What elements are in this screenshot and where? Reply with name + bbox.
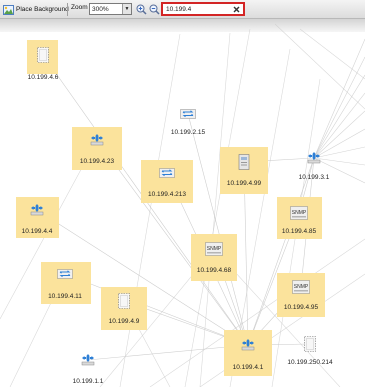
server-icon[interactable] (304, 336, 316, 354)
svg-text:SNMP: SNMP (207, 246, 222, 252)
switch-icon[interactable] (307, 152, 321, 166)
link-line (64, 273, 249, 346)
snmp-icon[interactable]: SNMP (292, 280, 310, 296)
toolbar-separator (67, 3, 68, 16)
svg-text:SNMP: SNMP (292, 210, 307, 216)
device-label: 10.199.4.9 (108, 318, 140, 325)
device-label: 10.199.4.4 (21, 228, 53, 235)
snmp-icon[interactable]: SNMP (290, 206, 308, 222)
toolbar: Place Background Zoom 300% ▼ 10.199.4 (0, 0, 365, 19)
server-icon[interactable] (37, 47, 49, 65)
close-icon (233, 6, 240, 12)
link-line (299, 28, 365, 80)
snmp-icon[interactable]: SNMP (205, 242, 223, 258)
device-label: 10.199.4.99 (226, 180, 262, 187)
link-line (313, 92, 365, 159)
switch-icon[interactable] (241, 339, 255, 353)
search-value: 10.199.4 (166, 5, 192, 13)
place-background-label: Place Background (16, 6, 69, 13)
router-icon[interactable] (159, 168, 175, 180)
router-icon[interactable] (180, 109, 196, 121)
zoom-out-icon (149, 4, 160, 15)
zoom-in-button[interactable] (135, 3, 147, 15)
device-label: 10.199.4.1 (232, 364, 264, 371)
zoom-in-icon (136, 4, 147, 15)
link-line (313, 110, 365, 159)
switch-icon[interactable] (81, 354, 95, 368)
place-background-button[interactable]: Place Background (3, 3, 69, 16)
clear-search-button[interactable] (232, 5, 241, 13)
router-icon[interactable] (57, 269, 73, 281)
chevron-down-icon[interactable]: ▼ (122, 4, 131, 14)
zoom-value: 300% (92, 5, 109, 13)
server-icon[interactable] (118, 293, 130, 311)
device-label: 10.199.4.23 (79, 158, 115, 165)
device-label: 10.199.4.11 (48, 293, 82, 300)
svg-text:SNMP: SNMP (294, 284, 309, 290)
link-line (313, 38, 365, 159)
device-label: 10.199.4.213 (148, 191, 186, 198)
workstation-icon[interactable] (238, 154, 250, 172)
device-label: 10.199.4.68 (196, 267, 232, 274)
link-line (274, 23, 365, 110)
device-label: 10.199.2.15 (170, 129, 206, 136)
switch-icon[interactable] (90, 134, 104, 148)
zoom-out-button[interactable] (148, 3, 160, 15)
device-label: 10.199.250.214 (287, 359, 333, 366)
link-line (313, 74, 365, 159)
device-label: 10.199.1.1 (72, 378, 104, 385)
zoom-select[interactable]: 300% ▼ (89, 3, 132, 15)
switch-icon[interactable] (30, 204, 44, 218)
link-line (119, 33, 181, 387)
topology-canvas[interactable]: 10.199.4.6 10.199.2.15 10.199.4.23 10.199.4… (0, 19, 365, 387)
device-label: 10.199.3.1 (298, 174, 330, 181)
device-label: 10.199.4.85 (281, 228, 317, 235)
picture-icon (3, 4, 14, 15)
search-input[interactable]: 10.199.4 (161, 2, 245, 16)
device-label: 10.199.4.95 (283, 304, 319, 311)
zoom-label: Zoom (71, 4, 88, 11)
link-line (313, 56, 365, 159)
device-label: 10.199.4.6 (27, 74, 59, 81)
